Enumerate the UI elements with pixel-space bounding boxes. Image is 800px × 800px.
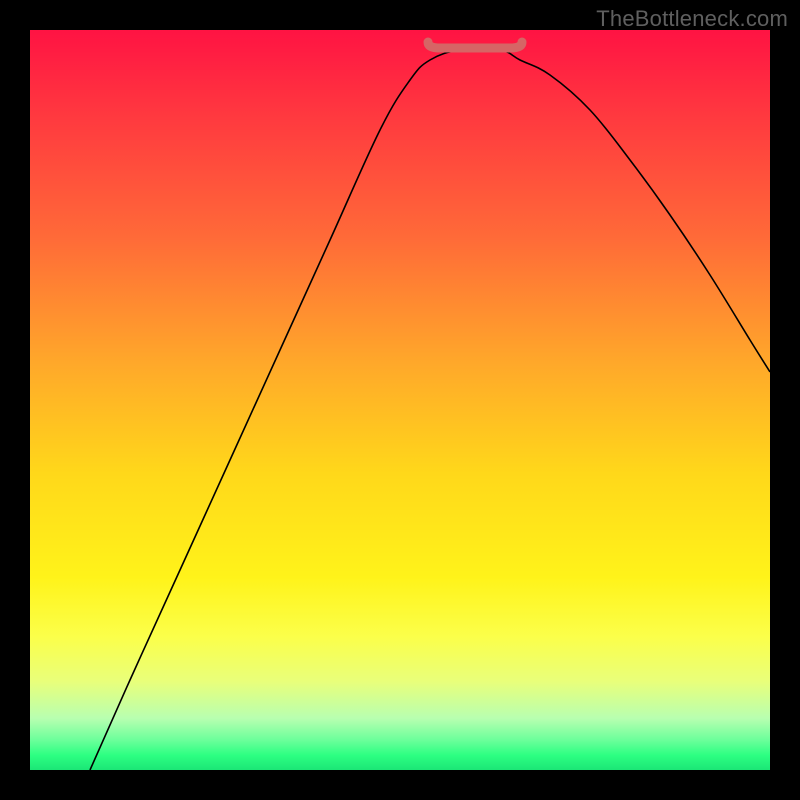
watermark-text: TheBottleneck.com [596,6,788,32]
plot-area [30,30,770,770]
bottleneck-curve [90,49,770,770]
chart-frame: TheBottleneck.com [0,0,800,800]
optimal-flat-region-marker [428,42,522,48]
curve-layer [30,30,770,770]
